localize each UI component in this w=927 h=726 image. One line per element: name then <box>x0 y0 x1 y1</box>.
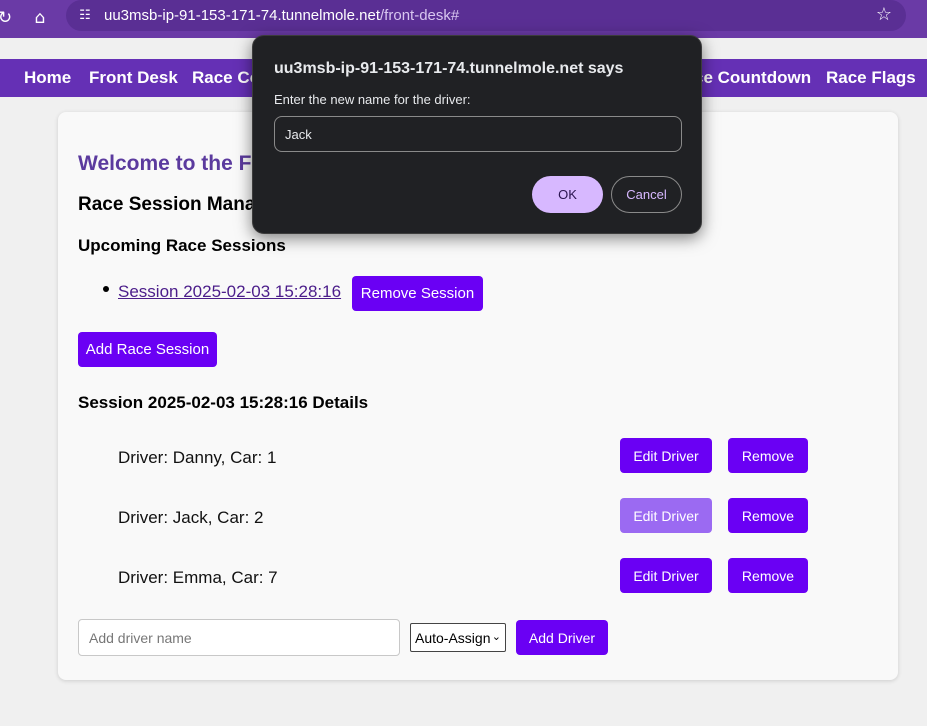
url-text: uu3msb-ip-91-153-171-74.tunnelmole.net/f… <box>104 7 460 24</box>
driver-name-input[interactable] <box>78 619 400 656</box>
dialog-message: Enter the new name for the driver: <box>274 92 471 107</box>
prompt-dialog: uu3msb-ip-91-153-171-74.tunnelmole.net s… <box>252 35 702 234</box>
upcoming-sessions-heading: Upcoming Race Sessions <box>78 236 286 255</box>
bookmark-star-icon[interactable]: ☆ <box>876 4 892 25</box>
cancel-button[interactable]: Cancel <box>611 176 682 213</box>
add-driver-button[interactable]: Add Driver <box>516 620 608 655</box>
chevron-down-icon: ⌄ <box>491 630 501 643</box>
remove-driver-button[interactable]: Remove <box>728 558 808 593</box>
address-bar[interactable]: ☷ uu3msb-ip-91-153-171-74.tunnelmole.net… <box>66 0 906 31</box>
browser-toolbar: ↻ ⌂ ☷ uu3msb-ip-91-153-171-74.tunnelmole… <box>0 0 927 38</box>
driver-entry: Driver: Emma, Car: 7 <box>118 568 278 587</box>
dialog-name-input[interactable]: Jack <box>274 116 682 152</box>
nav-race-flags[interactable]: Race Flags <box>826 68 916 88</box>
dialog-title: uu3msb-ip-91-153-171-74.tunnelmole.net s… <box>274 60 624 77</box>
reload-icon[interactable]: ↻ <box>0 7 16 29</box>
nav-race-countdown[interactable]: ce Countdown <box>694 68 811 88</box>
nav-front-desk[interactable]: Front Desk <box>89 68 178 88</box>
car-assign-select[interactable]: Auto-Assign ⌄ <box>410 623 506 652</box>
remove-driver-button[interactable]: Remove <box>728 498 808 533</box>
add-race-session-button[interactable]: Add Race Session <box>78 332 217 367</box>
session-link[interactable]: Session 2025-02-03 15:28:16 <box>118 282 341 302</box>
edit-driver-button[interactable]: Edit Driver <box>620 558 712 593</box>
remove-session-button[interactable]: Remove Session <box>352 276 483 311</box>
remove-driver-button[interactable]: Remove <box>728 438 808 473</box>
edit-driver-button[interactable]: Edit Driver <box>620 498 712 533</box>
nav-home[interactable]: Home <box>24 68 71 88</box>
ok-button[interactable]: OK <box>532 176 603 213</box>
site-settings-icon[interactable]: ☷ <box>76 6 94 24</box>
driver-entry: Driver: Jack, Car: 2 <box>118 508 264 527</box>
page-title: Welcome to the Fr <box>78 152 260 175</box>
list-bullet <box>103 286 109 292</box>
edit-driver-button[interactable]: Edit Driver <box>620 438 712 473</box>
session-management-heading: Race Session Mana <box>78 194 256 215</box>
nav-race-control[interactable]: Race Co <box>192 68 260 88</box>
driver-entry: Driver: Danny, Car: 1 <box>118 448 277 467</box>
session-details-heading: Session 2025-02-03 15:28:16 Details <box>78 393 369 412</box>
home-icon[interactable]: ⌂ <box>29 7 51 29</box>
car-assign-value: Auto-Assign <box>415 629 491 646</box>
